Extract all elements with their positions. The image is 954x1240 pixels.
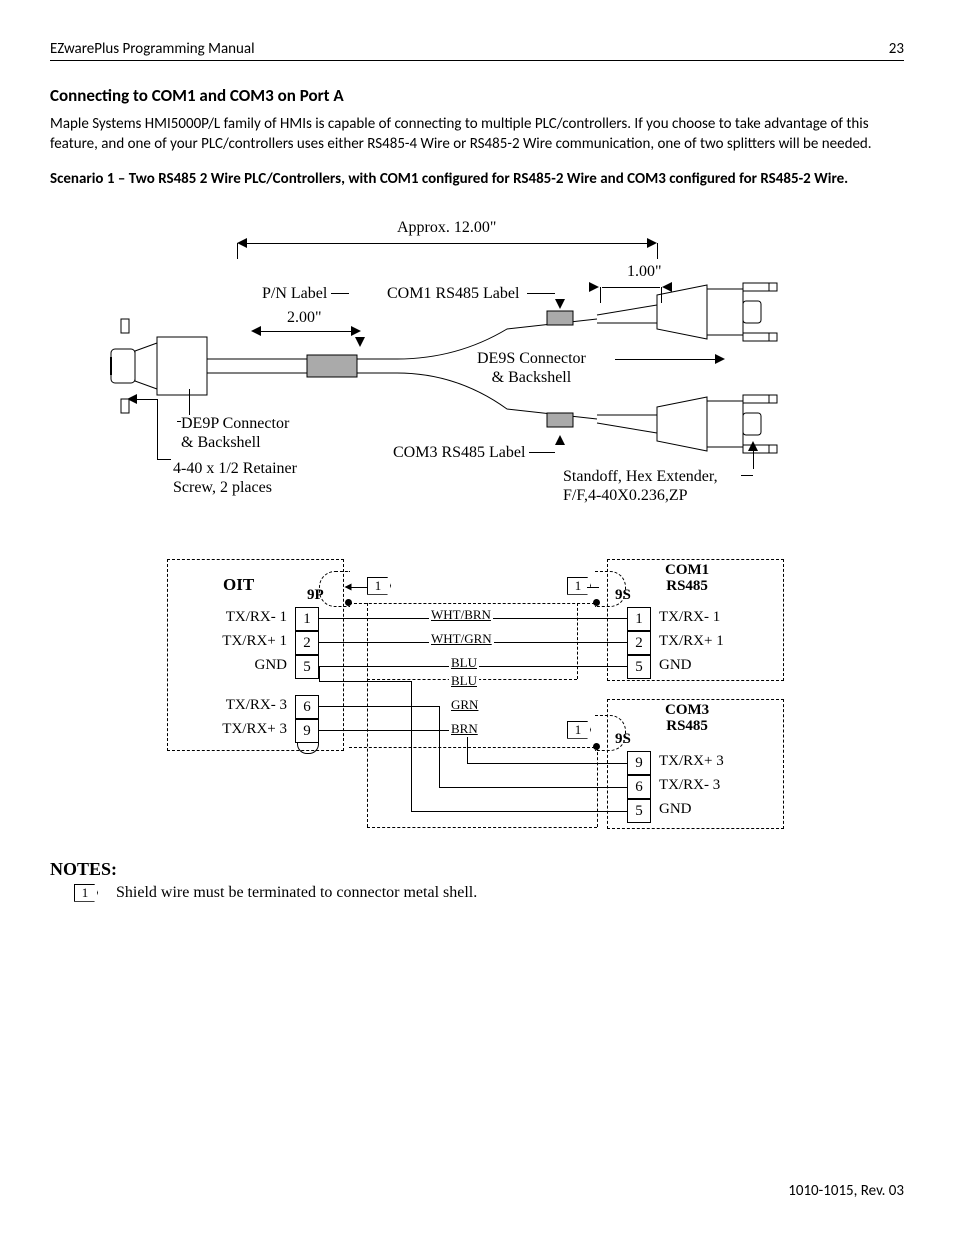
- oit-title: OIT: [223, 575, 254, 595]
- oit-pin-4: 9: [295, 719, 319, 743]
- com3-sig-0: TX/RX+ 3: [659, 753, 724, 770]
- com3-sig-1: TX/RX- 3: [659, 777, 720, 794]
- notes-heading: NOTES:: [50, 859, 904, 880]
- com1-sig-2: GND: [659, 657, 692, 674]
- note-flag-left: 1: [367, 577, 391, 595]
- note-flag-1: 1: [74, 884, 98, 902]
- wire-color-0: WHT/BRN: [429, 607, 493, 623]
- com1-sig-1: TX/RX+ 1: [659, 633, 724, 650]
- oit-sig-0: TX/RX- 1: [187, 609, 287, 626]
- oit-sig-1: TX/RX+ 1: [187, 633, 287, 650]
- intro-paragraph: Maple Systems HMI5000P/L family of HMIs …: [50, 114, 904, 155]
- oit-sig-3: TX/RX- 3: [187, 697, 287, 714]
- com1-pin-1: 2: [627, 631, 651, 655]
- oit-sig-2: GND: [187, 657, 287, 674]
- note-flag-com3: 1: [567, 721, 591, 739]
- com1-pin-0: 1: [627, 607, 651, 631]
- wire-color-4: GRN: [449, 697, 480, 713]
- scenario-heading: Scenario 1 – Two RS485 2 Wire PLC/Contro…: [50, 169, 904, 189]
- com3-pin-0: 9: [627, 751, 651, 775]
- cable-diagram: Approx. 12.00" 1.00" P/N Label 2.00" COM…: [97, 219, 857, 549]
- note-text-1: Shield wire must be terminated to connec…: [116, 884, 477, 902]
- wire-color-1: WHT/GRN: [429, 631, 494, 647]
- com1-title: COM1RS485: [665, 563, 709, 595]
- com1-sig-0: TX/RX- 1: [659, 609, 720, 626]
- wire-color-5: BRN: [449, 721, 480, 737]
- section-title: Connecting to COM1 and COM3 on Port A: [50, 85, 904, 106]
- oit-pin-2: 5: [295, 655, 319, 679]
- header-title: EZwarePlus Programming Manual: [50, 40, 255, 58]
- wire-color-3: BLU: [449, 673, 479, 689]
- oit-pin-3: 6: [295, 695, 319, 719]
- wire-color-2: BLU: [449, 655, 479, 671]
- com3-title: COM3RS485: [665, 703, 709, 735]
- com3-sig-2: GND: [659, 801, 692, 818]
- com1-pin-2: 5: [627, 655, 651, 679]
- note-row-1: 1 Shield wire must be terminated to conn…: [74, 884, 904, 902]
- page-header: EZwarePlus Programming Manual 23: [50, 40, 904, 61]
- oit-pin-0: 1: [295, 607, 319, 631]
- page-footer: 1010-1015, Rev. 03: [50, 1182, 904, 1200]
- cable-svg: [97, 219, 857, 479]
- com3-pin-2: 5: [627, 799, 651, 823]
- page-number: 23: [889, 40, 904, 58]
- oit-pin-1: 2: [295, 631, 319, 655]
- oit-sig-4: TX/RX+ 3: [187, 721, 287, 738]
- note-flag-com1: 1: [567, 577, 591, 595]
- com3-pin-1: 6: [627, 775, 651, 799]
- wiring-diagram: OIT 9P TX/RX- 1 TX/RX+ 1 GND TX/RX- 3 TX…: [167, 559, 787, 849]
